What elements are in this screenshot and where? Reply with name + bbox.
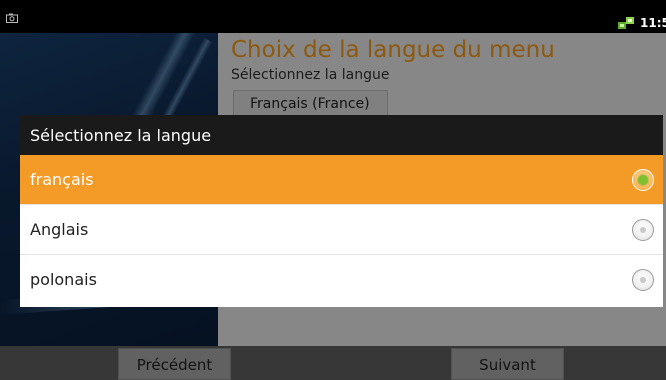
radio-button-selected[interactable]: [632, 169, 654, 191]
radio-dot: [638, 175, 648, 185]
radio-button[interactable]: [632, 269, 654, 291]
option-label: Anglais: [30, 220, 89, 239]
status-bar: 11:54: [0, 0, 666, 33]
option-label: français: [30, 170, 94, 189]
language-option-anglais[interactable]: Anglais: [20, 205, 663, 255]
clock: 11:54: [640, 16, 666, 30]
network-icon: [618, 17, 634, 29]
language-option-polonais[interactable]: polonais: [20, 255, 663, 305]
option-label: polonais: [30, 270, 97, 289]
language-option-francais[interactable]: français: [20, 155, 663, 205]
radio-dot: [640, 277, 646, 283]
radio-dot: [640, 227, 646, 233]
dialog-title: Sélectionnez la langue: [30, 126, 212, 145]
radio-button[interactable]: [632, 219, 654, 241]
dialog-header: Sélectionnez la langue: [20, 115, 663, 155]
language-dialog: Sélectionnez la langue français Anglais …: [20, 115, 663, 307]
camera-icon: [6, 13, 18, 23]
